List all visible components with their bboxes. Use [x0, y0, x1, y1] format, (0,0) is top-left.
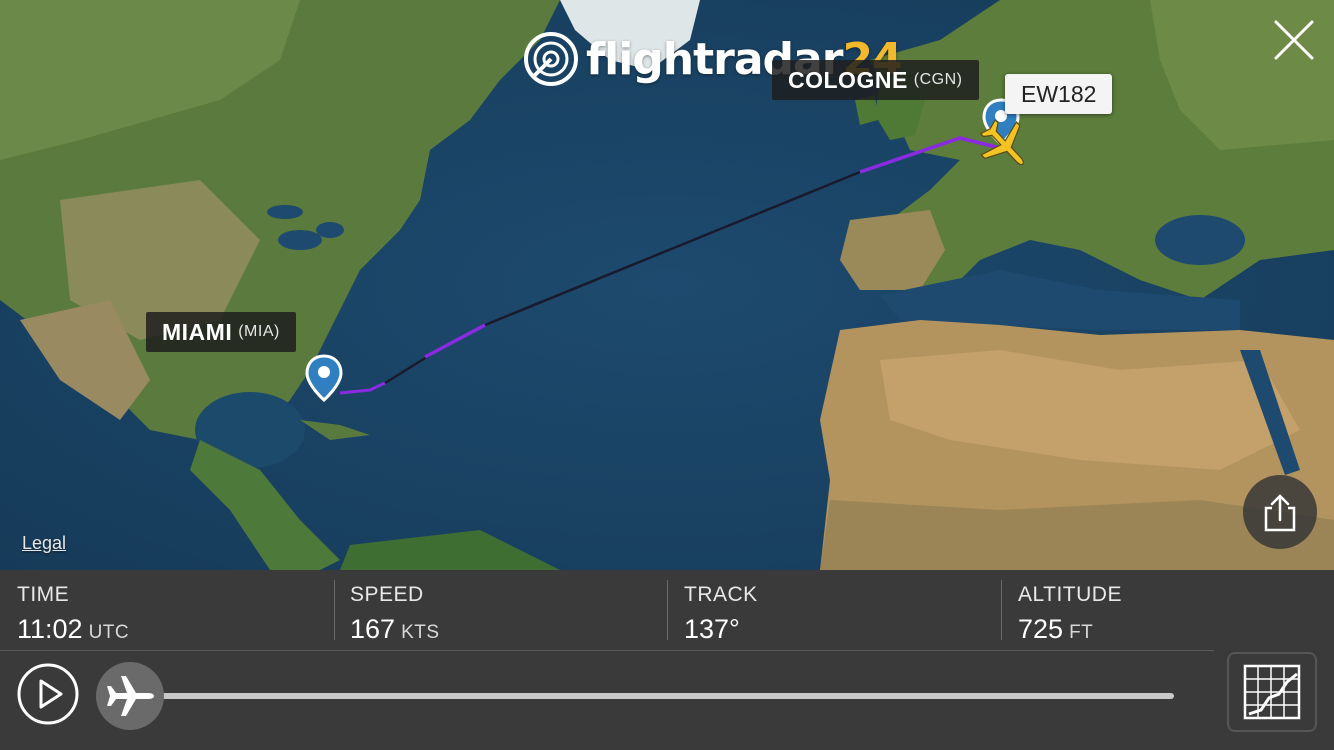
- flight-info-panel: TIME 11:02 UTC SPEED 167 KTS TRACK 137° AL…: [0, 570, 1334, 750]
- track-label: TRACK: [684, 583, 758, 606]
- time-stat: TIME 11:02 UTC: [0, 570, 334, 650]
- speed-stat: SPEED 167 KTS: [333, 570, 667, 650]
- track-value: 137°: [684, 614, 740, 644]
- flight-callsign-tag[interactable]: EW182: [1005, 74, 1113, 114]
- destination-airport-label[interactable]: COLOGNE (CGN): [772, 60, 979, 100]
- play-icon: [39, 679, 63, 709]
- time-unit: UTC: [88, 622, 130, 643]
- track-stat: TRACK 137°: [667, 570, 1001, 650]
- time-value: 11:02: [17, 614, 83, 644]
- time-label: TIME: [17, 583, 70, 606]
- radar-logo-icon: [524, 32, 578, 86]
- close-icon[interactable]: [1270, 16, 1318, 64]
- play-button[interactable]: [17, 663, 79, 725]
- map-view[interactable]: flightradar24 MIAMI (MIA) COLOGNE (CGN) …: [0, 0, 1334, 570]
- legal-link[interactable]: Legal: [22, 533, 66, 554]
- speed-value: 167: [350, 614, 396, 644]
- altitude-unit: FT: [1069, 622, 1094, 643]
- destination-airport-code: (CGN): [913, 71, 963, 88]
- aircraft-icon: [107, 676, 154, 716]
- origin-airport-code: (MIA): [238, 323, 280, 340]
- origin-airport-name: MIAMI: [162, 318, 233, 345]
- altitude-stat: ALTITUDE 725 FT: [1001, 570, 1334, 650]
- share-button[interactable]: [1243, 475, 1317, 549]
- origin-airport-label[interactable]: MIAMI (MIA): [146, 312, 296, 352]
- share-icon: [1264, 494, 1296, 532]
- speed-label: SPEED: [350, 583, 424, 606]
- altitude-graph-button[interactable]: [1227, 652, 1317, 732]
- graph-icon: [1243, 664, 1301, 720]
- speed-unit: KTS: [401, 622, 440, 643]
- altitude-value: 725: [1018, 614, 1064, 644]
- destination-airport-name: COLOGNE: [788, 66, 908, 93]
- altitude-label: ALTITUDE: [1018, 583, 1122, 606]
- playback-slider-track[interactable]: [130, 693, 1174, 699]
- aircraft-icon[interactable]: [975, 115, 1035, 175]
- playback-slider-thumb[interactable]: [96, 662, 164, 730]
- map-pin-icon[interactable]: [305, 354, 343, 402]
- panel-divider: [0, 650, 1214, 651]
